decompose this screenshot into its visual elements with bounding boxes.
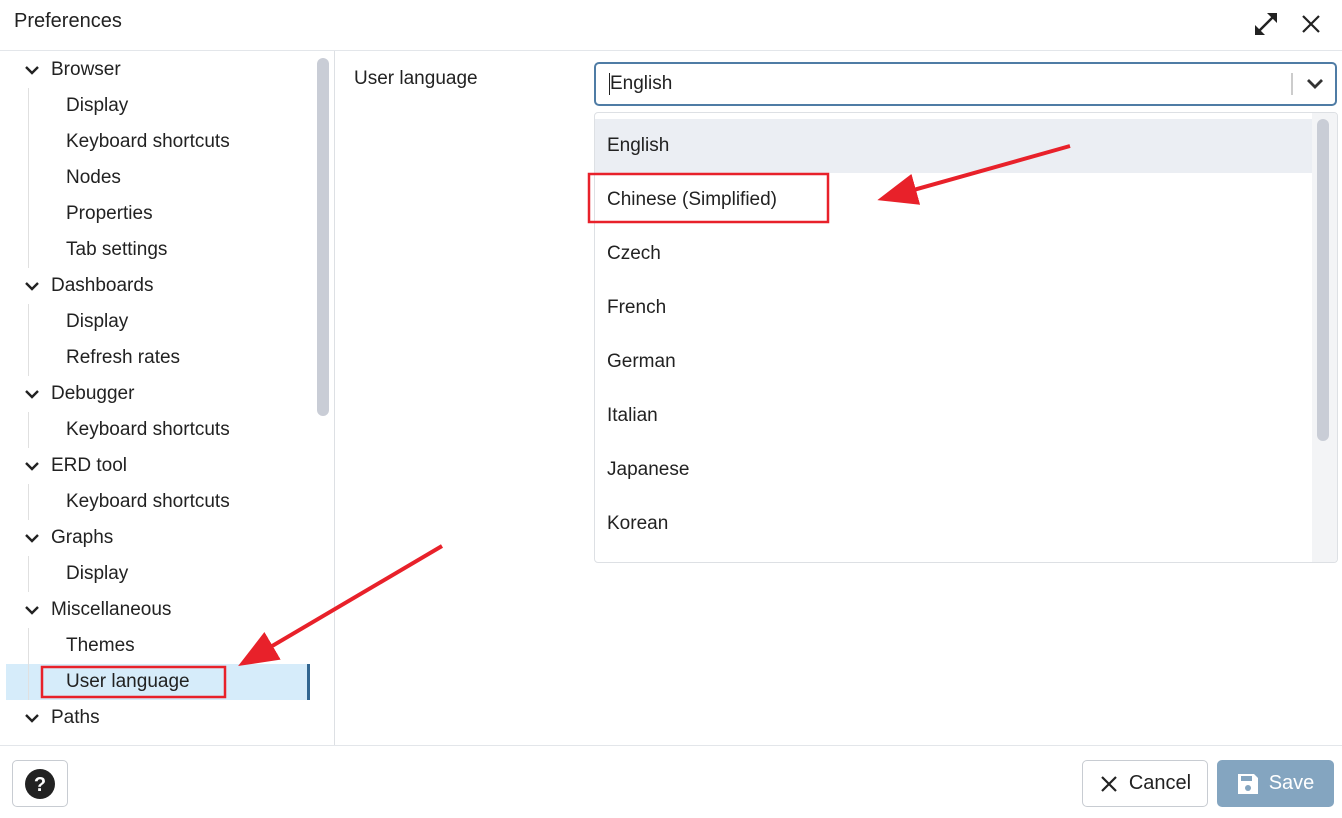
maximize-button[interactable] xyxy=(1252,10,1280,38)
select-value: English xyxy=(610,73,673,94)
svg-text:?: ? xyxy=(34,774,46,796)
user-language-label: User language xyxy=(354,68,478,89)
tree-guide xyxy=(28,664,29,700)
chevron-down-icon[interactable] xyxy=(24,712,40,724)
tree-item-label: Miscellaneous xyxy=(51,599,172,620)
tree-item[interactable]: Tab settings xyxy=(6,232,310,268)
cancel-label: Cancel xyxy=(1128,772,1192,794)
tree-guide xyxy=(28,124,29,160)
language-option[interactable]: Italian xyxy=(595,389,1313,443)
language-option[interactable]: Czech xyxy=(595,227,1313,281)
tree-item[interactable]: Display xyxy=(6,304,310,340)
floppy-disk-icon xyxy=(1237,773,1258,794)
tree-item-label: Browser xyxy=(51,59,121,80)
chevron-down-icon[interactable] xyxy=(24,388,40,400)
language-options-list: Korean Japanese Italian German French Czech Ch… xyxy=(594,112,1338,563)
tree-item-label: Themes xyxy=(66,635,135,656)
tree-item[interactable]: Paths xyxy=(6,700,310,736)
tree-item[interactable]: Nodes xyxy=(6,160,310,196)
tree-item[interactable]: Themes xyxy=(6,628,310,664)
tree-item-label: Display xyxy=(66,311,129,332)
tree-item[interactable]: Display xyxy=(6,556,310,592)
tree-item[interactable]: Display xyxy=(6,88,310,124)
tree-item[interactable]: Browser xyxy=(6,52,310,88)
tree-item-label: User language xyxy=(66,671,190,692)
tree-guide xyxy=(28,628,29,664)
tree-item[interactable]: Properties xyxy=(6,196,310,232)
chevron-down-icon[interactable] xyxy=(24,460,40,472)
tree-item-label: Properties xyxy=(66,203,153,224)
tree-item-label: Keyboard shortcuts xyxy=(66,419,230,440)
chevron-down-icon[interactable] xyxy=(24,532,40,544)
tree-guide xyxy=(28,88,29,124)
language-option[interactable]: Korean xyxy=(595,497,1313,551)
language-option[interactable]: German xyxy=(595,335,1313,389)
chevron-down-icon[interactable] xyxy=(24,64,40,76)
tree-guide xyxy=(28,160,29,196)
expand-arrows-icon xyxy=(1255,13,1277,35)
tree-item[interactable]: Keyboard shortcuts xyxy=(6,484,310,520)
tree-item[interactable]: Debugger xyxy=(6,376,310,412)
tree-item-label: Dashboards xyxy=(51,275,154,296)
chevron-down-icon[interactable] xyxy=(24,280,40,292)
tree-item-label: Display xyxy=(66,563,129,584)
tree-item[interactable]: Keyboard shortcuts xyxy=(6,412,310,448)
close-icon xyxy=(1302,15,1320,33)
tree-guide xyxy=(28,232,29,268)
cancel-button[interactable]: Cancel xyxy=(1082,760,1208,807)
preferences-tree: Browser Display Keyboard shortcuts Nodes Pro… xyxy=(0,51,335,745)
tree-item[interactable]: User language xyxy=(6,664,310,700)
tree-item[interactable]: ERD tool xyxy=(6,448,310,484)
chevron-down-icon[interactable] xyxy=(24,604,40,616)
question-circle-icon: ? xyxy=(25,768,55,799)
tree-item-label: ERD tool xyxy=(51,455,128,476)
select-separator xyxy=(1291,73,1293,95)
tree-item-label: Display xyxy=(66,95,129,116)
close-button[interactable] xyxy=(1297,10,1325,38)
tree-guide xyxy=(28,340,29,376)
tree-item-label: Refresh rates xyxy=(66,347,181,368)
tree-guide xyxy=(28,412,29,448)
user-language-select[interactable]: English xyxy=(594,62,1337,106)
language-option[interactable]: Japanese xyxy=(595,443,1313,497)
tree-item-label: Debugger xyxy=(51,383,135,404)
tree-item-label: Paths xyxy=(51,707,100,728)
footer-divider xyxy=(0,745,1342,746)
language-option[interactable]: French xyxy=(595,281,1313,335)
list-scrollbar[interactable] xyxy=(1317,119,1329,441)
dialog-title: Preferences xyxy=(14,10,122,32)
tree-item[interactable]: Keyboard shortcuts xyxy=(6,124,310,160)
tree-item[interactable]: Graphs xyxy=(6,520,310,556)
tree-item[interactable]: Miscellaneous xyxy=(6,592,310,628)
save-label: Save xyxy=(1268,772,1315,794)
close-icon xyxy=(1101,775,1117,792)
help-button[interactable]: ? xyxy=(12,760,68,807)
tree-item[interactable]: Dashboards xyxy=(6,268,310,304)
tree-guide xyxy=(28,484,29,520)
tree-guide xyxy=(28,196,29,232)
tree-item-label: Graphs xyxy=(51,527,114,548)
tree-guide xyxy=(28,304,29,340)
save-button[interactable]: Save xyxy=(1217,760,1334,807)
text-cursor xyxy=(609,73,610,95)
tree-guide xyxy=(28,556,29,592)
tree-item[interactable]: Refresh rates xyxy=(6,340,310,376)
language-option[interactable]: English xyxy=(595,119,1313,173)
tree-item-label: Keyboard shortcuts xyxy=(66,131,230,152)
chevron-down-icon[interactable] xyxy=(1305,76,1325,92)
tree-item-label: Tab settings xyxy=(66,239,168,260)
tree-item-label: Keyboard shortcuts xyxy=(66,491,230,512)
language-option[interactable]: Chinese (Simplified) xyxy=(595,173,1313,227)
sidebar-scrollbar[interactable] xyxy=(317,58,329,416)
tree-item-label: Nodes xyxy=(66,167,121,188)
